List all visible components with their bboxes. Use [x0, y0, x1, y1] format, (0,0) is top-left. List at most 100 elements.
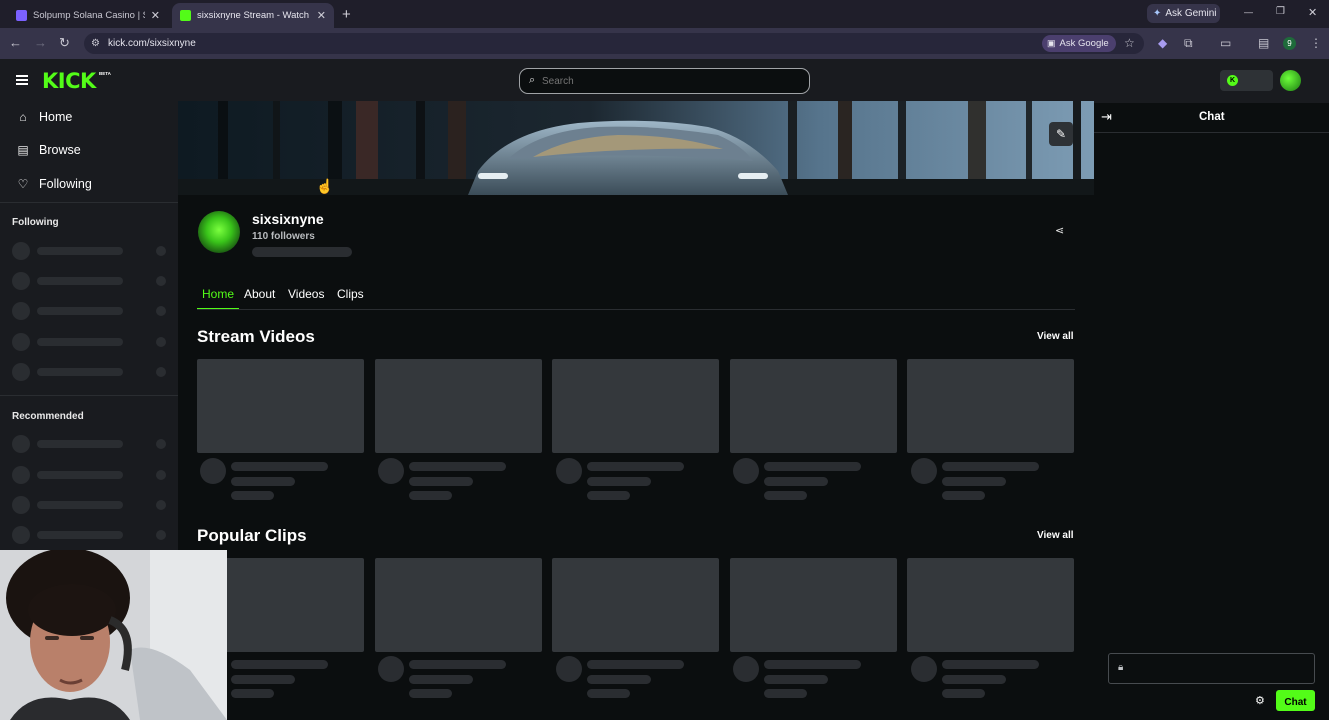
recommended-skeleton-row — [12, 465, 168, 485]
chat-title: Chat — [1199, 111, 1225, 123]
tab-about[interactable]: About — [244, 285, 275, 303]
recommended-skeleton-row — [12, 525, 168, 545]
video-meta-skeleton — [231, 491, 274, 500]
ask-gemini-button[interactable]: ✦ Ask Gemini — [1147, 4, 1220, 23]
clip-thumbnail-skeleton — [907, 558, 1074, 652]
clip-meta-skeleton — [409, 689, 452, 698]
address-bar[interactable]: ⚙ kick.com/sixsixnyne ▣ Ask Google ☆ — [84, 33, 1144, 54]
user-avatar[interactable] — [1280, 70, 1301, 91]
close-window-button[interactable]: ✕ — [1308, 6, 1317, 19]
edit-banner-button[interactable]: ✎ — [1049, 122, 1073, 146]
profile-avatar[interactable]: 9 — [1283, 37, 1296, 50]
pencil-icon: ✎ — [1055, 127, 1067, 141]
clip-avatar-skeleton — [378, 656, 404, 682]
sidebar-divider — [0, 202, 178, 203]
cast-icon[interactable]: ▤ — [1258, 37, 1269, 49]
tab-label: Clips — [337, 287, 364, 301]
channel-bio-skeleton — [252, 247, 352, 257]
channel-avatar[interactable] — [198, 211, 240, 253]
sidebar-item-home[interactable]: ⌂ Home — [16, 110, 72, 124]
tab-search-icon[interactable]: ▭ — [1220, 37, 1231, 49]
popular-clips-view-all[interactable]: View all — [1037, 530, 1074, 541]
tab-kick-stream[interactable]: sixsixnyne Stream - Watch Live ✕ — [172, 3, 334, 28]
forward-icon[interactable]: → — [34, 36, 47, 49]
sidebar-item-label: Home — [39, 110, 73, 124]
tab-title: Solpump Solana Casino | SOL G — [33, 10, 145, 21]
minimize-button[interactable]: — — [1244, 7, 1253, 17]
kick-logo[interactable]: KICK BETA — [42, 69, 111, 93]
ask-google-label: Ask Google — [1059, 38, 1109, 49]
hamburger-menu-icon[interactable] — [16, 75, 28, 85]
stream-videos-title: Stream Videos — [197, 327, 315, 346]
video-thumbnail-skeleton — [907, 359, 1074, 453]
top-navigation: KICK BETA ⌕ K — [0, 59, 1329, 103]
tab-home[interactable]: Home — [197, 285, 239, 310]
clip-title-skeleton — [764, 660, 861, 669]
following-skeleton-row — [12, 332, 168, 352]
kick-favicon-icon — [180, 10, 191, 21]
search-icon: ⌕ — [529, 74, 536, 86]
following-skeleton-row — [12, 241, 168, 261]
clip-title-skeleton — [942, 660, 1039, 669]
reload-icon[interactable]: ↻ — [59, 36, 70, 49]
kick-coin-icon: K — [1227, 75, 1238, 86]
webcam-image — [0, 550, 227, 720]
video-title-skeleton — [764, 462, 861, 471]
tab-videos[interactable]: Videos — [288, 285, 324, 303]
clip-meta-skeleton — [764, 689, 807, 698]
lens-icon: ▣ — [1047, 38, 1056, 48]
search-input[interactable] — [542, 73, 797, 89]
video-avatar-skeleton — [200, 458, 226, 484]
puzzle-extensions-icon[interactable]: ⧉ — [1184, 37, 1193, 49]
close-tab-icon[interactable]: ✕ — [151, 9, 160, 22]
recommended-skeleton-row — [12, 434, 168, 454]
video-title-skeleton — [587, 462, 684, 471]
video-meta-skeleton — [764, 491, 807, 500]
bookmark-star-icon[interactable]: ☆ — [1124, 37, 1135, 49]
sidebar-item-browse[interactable]: ▤ Browse — [16, 143, 80, 157]
menu-kebab-icon[interactable]: ⋮ — [1310, 37, 1322, 49]
video-meta-skeleton — [409, 477, 473, 486]
tab-clips[interactable]: Clips — [337, 285, 364, 303]
extension-icon[interactable]: ◆ — [1158, 37, 1167, 49]
search-box[interactable]: ⌕ — [519, 68, 810, 94]
clip-meta-skeleton — [942, 689, 985, 698]
new-tab-button[interactable]: + — [342, 6, 351, 23]
tab-label: Home — [201, 287, 234, 301]
clip-avatar-skeleton — [733, 656, 759, 682]
site-info-icon[interactable]: ⚙ — [91, 38, 100, 50]
sidebar-item-label: Following — [39, 177, 92, 191]
collapse-chat-icon[interactable]: ⇥ — [1101, 109, 1112, 125]
clip-meta-skeleton — [231, 689, 274, 698]
following-section-title: Following — [12, 217, 59, 228]
video-meta-skeleton — [942, 477, 1006, 486]
chat-send-button[interactable]: Chat — [1276, 690, 1315, 711]
close-tab-icon[interactable]: ✕ — [317, 9, 326, 22]
tab-solpump[interactable]: Solpump Solana Casino | SOL G ✕ — [8, 3, 168, 28]
clip-meta-skeleton — [587, 675, 651, 684]
clip-title-skeleton — [409, 660, 506, 669]
video-avatar-skeleton — [733, 458, 759, 484]
ask-google-button[interactable]: ▣ Ask Google — [1042, 35, 1116, 52]
share-icon[interactable]: ⋖ — [1055, 224, 1064, 237]
video-thumbnail-skeleton — [375, 359, 542, 453]
recommended-section-title: Recommended — [12, 411, 84, 422]
tab-title: sixsixnyne Stream - Watch Live — [197, 10, 311, 21]
video-avatar-skeleton — [556, 458, 582, 484]
stream-videos-view-all[interactable]: View all — [1037, 331, 1074, 342]
sidebar-item-following[interactable]: ♡ Following — [16, 177, 92, 191]
heart-icon: ♡ — [17, 177, 29, 191]
gemini-icon: ✦ — [1153, 8, 1162, 19]
kick-wallet-button[interactable]: K — [1220, 70, 1273, 91]
back-icon[interactable]: ← — [9, 36, 22, 49]
clip-thumbnail-skeleton — [375, 558, 542, 652]
restore-button[interactable]: ❐ — [1276, 6, 1285, 17]
video-meta-skeleton — [764, 477, 828, 486]
clip-meta-skeleton — [231, 675, 295, 684]
video-title-skeleton — [409, 462, 506, 471]
chat-message-input[interactable]: 🔒︎ — [1108, 653, 1315, 684]
beta-badge: BETA — [99, 71, 111, 76]
clip-meta-skeleton — [409, 675, 473, 684]
video-meta-skeleton — [231, 477, 295, 486]
chat-settings-icon[interactable]: ⚙ — [1255, 694, 1265, 707]
